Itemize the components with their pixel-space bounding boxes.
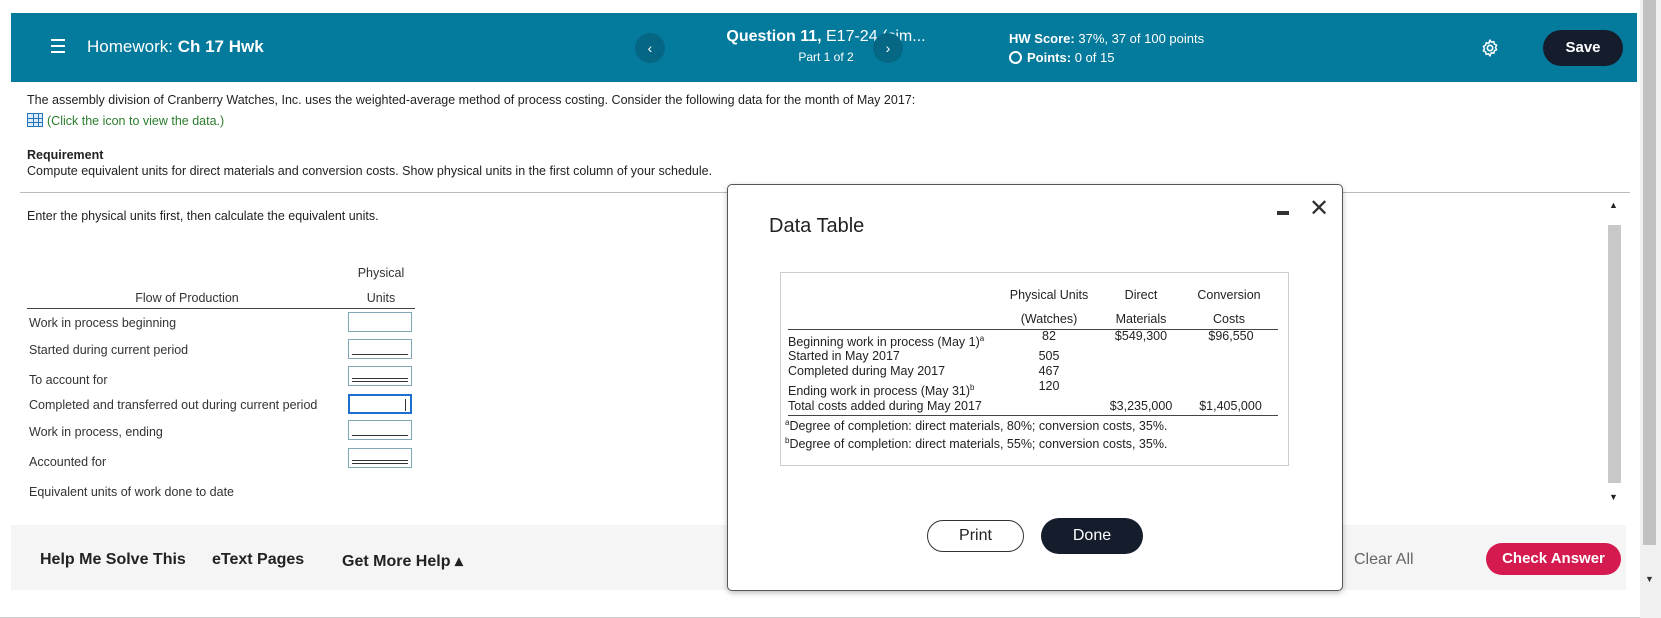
dialog-title: Data Table: [769, 215, 865, 237]
close-icon[interactable]: ✕: [1309, 197, 1329, 221]
row-started: Started in May 2017: [788, 349, 900, 363]
cell-conversion-costs: $96,550: [1208, 329, 1254, 343]
gear-icon[interactable]: [1480, 38, 1500, 58]
minimize-icon[interactable]: [1277, 211, 1289, 215]
points-circle-icon: [1009, 51, 1022, 64]
row-label-accounted-for: Accounted for: [29, 455, 107, 469]
row-ending-wip: Ending work in process (May 31)b: [788, 383, 974, 398]
clear-all-button[interactable]: Clear All: [1354, 551, 1414, 569]
cell-units: 467: [1038, 364, 1060, 378]
row-completed: Completed during May 2017: [788, 364, 946, 378]
menu-icon[interactable]: [51, 39, 65, 53]
view-data-link-text[interactable]: (Click the icon to view the data.): [47, 114, 224, 128]
row-label-to-account-for: To account for: [29, 373, 108, 387]
instruction-text: Enter the physical units first, then cal…: [27, 209, 379, 223]
header-rule: [27, 308, 415, 309]
scroll-up-arrow-icon[interactable]: ▲: [1609, 200, 1618, 210]
page-scrollbar-thumb[interactable]: [1643, 0, 1656, 545]
hw-score-value: 37%, 37 of 100 points: [1078, 31, 1205, 46]
wip-beginning-input[interactable]: [348, 312, 412, 332]
physical-units-header-line2: Units: [366, 291, 396, 305]
row-label-wip-beginning: Work in process beginning: [29, 316, 177, 330]
wip-ending-input[interactable]: [348, 420, 412, 440]
row-beginning-wip: Beginning work in process (May 1)a: [788, 334, 984, 349]
next-question-button[interactable]: ›: [873, 33, 903, 63]
points: Points: 0 of 15: [1009, 50, 1114, 65]
chevron-left-icon: ‹: [647, 40, 653, 56]
question-title: Question 11, E17-24 (sim...: [711, 28, 941, 46]
to-account-for-input[interactable]: [348, 366, 412, 386]
print-button[interactable]: Print: [927, 520, 1024, 552]
top-bar: Homework: Ch 17 Hwk ‹ Question 11, E17-2…: [11, 13, 1637, 82]
footnote-a: aDegree of completion: direct materials,…: [785, 418, 1167, 433]
footnote-mark: a: [979, 334, 985, 343]
cell-units: 505: [1038, 349, 1060, 363]
chevron-right-icon: ›: [885, 40, 891, 56]
footnote-text: Degree of completion: direct materials, …: [789, 419, 1168, 434]
view-data-link[interactable]: (Click the icon to view the data.): [27, 113, 224, 128]
cell-conversion-costs: $1,405,000: [1199, 399, 1262, 413]
footnote-mark: b: [970, 383, 975, 392]
flow-of-production-header: Flow of Production: [135, 291, 239, 305]
row-label-started: Started during current period: [29, 343, 189, 357]
cell-units: 120: [1038, 379, 1060, 393]
row-label: Ending work in process (May 31): [788, 384, 971, 399]
row-total-costs: Total costs added during May 2017: [788, 399, 982, 413]
header-physical-units: Physical Units: [1009, 288, 1089, 302]
check-answer-button[interactable]: Check Answer: [1486, 543, 1621, 575]
question-part: Part 1 of 2: [798, 50, 854, 64]
physical-units-header-line1: Physical: [357, 266, 405, 280]
footnote-text: Degree of completion: direct materials, …: [789, 437, 1168, 452]
content-scrollbar[interactable]: ▲ ▼: [1605, 200, 1621, 510]
row-label-completed: Completed and transferred out during cur…: [29, 398, 318, 412]
problem-intro: The assembly division of Cranberry Watch…: [27, 93, 916, 107]
header-materials: Materials: [1115, 312, 1167, 326]
points-label: Points:: [1027, 50, 1072, 65]
content-scrollbar-thumb[interactable]: [1608, 225, 1621, 483]
homework-title: Homework: Ch 17 Hwk: [87, 37, 264, 57]
page-scrollbar[interactable]: ▼: [1640, 0, 1661, 618]
total-rule: [788, 415, 1278, 416]
header-direct: Direct: [1124, 288, 1158, 302]
homework-prefix: Homework:: [87, 37, 173, 56]
done-button[interactable]: Done: [1041, 518, 1143, 554]
footnote-b: bDegree of completion: direct materials,…: [785, 436, 1167, 451]
header-watches: (Watches): [1020, 312, 1078, 326]
data-table-dialog: Data Table ✕ Physical Units (Watches) Di…: [727, 184, 1343, 591]
help-me-solve-this-link[interactable]: Help Me Solve This: [40, 551, 186, 569]
homework-name: Ch 17 Hwk: [177, 37, 264, 56]
header-costs: Costs: [1213, 312, 1245, 326]
started-input[interactable]: [348, 339, 412, 359]
hw-score: HW Score: 37%, 37 of 100 points: [1009, 31, 1204, 46]
get-more-help-link[interactable]: Get More Help ▴: [342, 551, 463, 571]
points-value: 0 of 15: [1074, 50, 1115, 65]
previous-question-button[interactable]: ‹: [635, 33, 665, 63]
requirement-heading: Requirement: [27, 148, 104, 162]
save-button[interactable]: Save: [1543, 30, 1623, 66]
row-label-wip-ending: Work in process, ending: [29, 425, 163, 439]
completed-input[interactable]: [348, 394, 412, 414]
header-conversion: Conversion: [1197, 288, 1261, 302]
scroll-down-arrow-icon[interactable]: ▼: [1645, 574, 1654, 584]
accounted-for-input[interactable]: [348, 448, 412, 468]
requirement-text: Compute equivalent units for direct mate…: [27, 164, 713, 178]
etext-pages-link[interactable]: eText Pages: [212, 551, 304, 569]
question-number: Question 11,: [726, 28, 822, 45]
scroll-down-arrow-icon[interactable]: ▼: [1609, 492, 1618, 502]
hw-score-label: HW Score:: [1009, 31, 1075, 46]
row-label: Beginning work in process (May 1): [788, 335, 980, 350]
table-icon[interactable]: [27, 113, 43, 127]
row-label-equivalent-units: Equivalent units of work done to date: [29, 485, 234, 499]
data-table: Physical Units (Watches) Direct Material…: [780, 272, 1289, 466]
